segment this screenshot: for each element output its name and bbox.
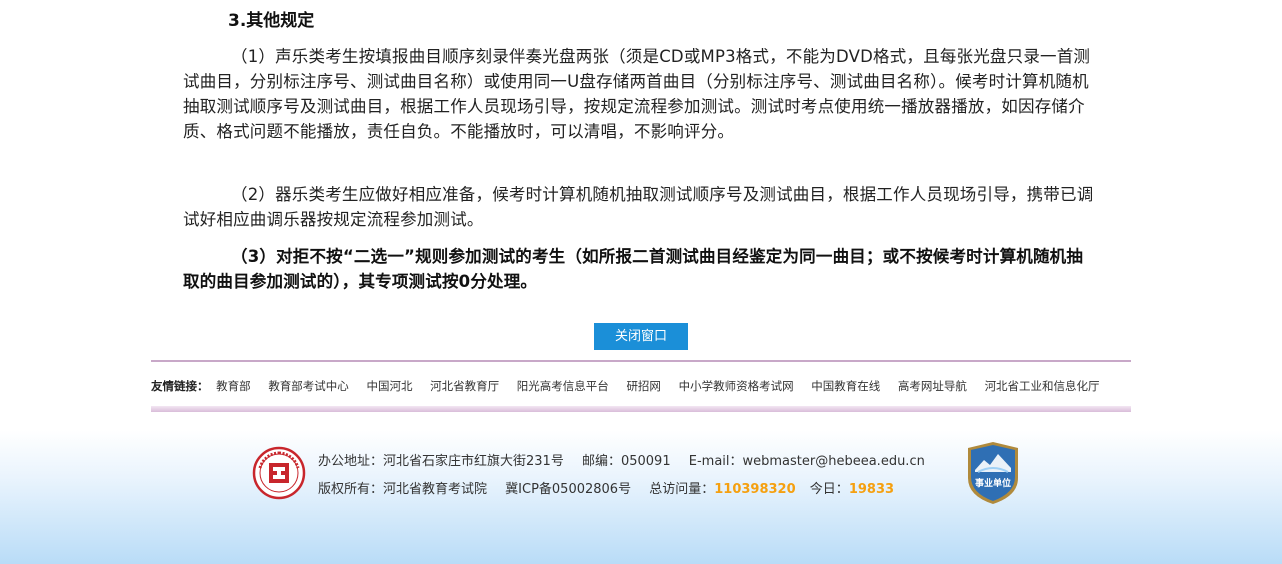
badge-label: 事业单位 [975, 477, 1011, 489]
divider-bottom [151, 406, 1131, 412]
link-hebei-edu[interactable]: 河北省教育厅 [430, 379, 499, 393]
today-visits-value: 19833 [848, 482, 895, 497]
section-title: 3.其他规定 [228, 11, 315, 31]
footer-postcode: 邮编：050091 [581, 454, 671, 469]
rule-paragraph-3: （3）对拒不按“二选一”规则参加测试的考生（如所报二首测试曲目经鉴定为同一曲目；… [183, 247, 1084, 291]
link-neea[interactable]: 教育部考试中心 [268, 379, 349, 393]
divider-top [151, 360, 1131, 362]
link-yanzhao[interactable]: 研招网 [626, 379, 661, 393]
footer-icp[interactable]: 冀ICP备05002806号 [505, 482, 631, 497]
link-hebei-industry[interactable]: 河北省工业和信息化厅 [985, 379, 1100, 393]
public-institution-badge-icon[interactable]: 事业单位 [966, 440, 1020, 506]
link-gaokao-platform[interactable]: 阳光高考信息平台 [517, 379, 609, 393]
footer-total-visits: 总访问量：110398320 [649, 482, 795, 497]
footer-email: E-mail：webmaster@hebeea.edu.cn [688, 454, 925, 469]
footer-copyright: 版权所有：河北省教育考试院 [318, 482, 488, 497]
seal-logo-icon [252, 446, 306, 500]
rule-paragraph-1: （1）声乐类考生按填报曲目顺序刻录伴奏光盘两张（须是CD或MP3格式，不能为DV… [183, 47, 1091, 141]
total-visits-label: 总访问量： [649, 482, 715, 497]
footer-address: 办公地址：河北省石家庄市红旗大街231号 [318, 454, 564, 469]
link-gaokao-nav[interactable]: 高考网址导航 [898, 379, 967, 393]
link-moe[interactable]: 教育部 [216, 379, 251, 393]
close-window-button[interactable]: 关闭窗口 [594, 323, 688, 350]
friend-links-label: 友情链接： [151, 379, 209, 393]
link-teacher-cert[interactable]: 中小学教师资格考试网 [679, 379, 794, 393]
footer-line-1: 办公地址：河北省石家庄市红旗大街231号 邮编：050091 E-mail：we… [318, 450, 939, 469]
link-china-hebei[interactable]: 中国河北 [366, 379, 412, 393]
today-visits-label: 今日： [809, 482, 849, 497]
friend-links: 友情链接： 教育部 教育部考试中心 中国河北 河北省教育厅 阳光高考信息平台 研… [151, 378, 1131, 398]
total-visits-value: 110398320 [714, 482, 796, 497]
footer-line-2: 版权所有：河北省教育考试院 冀ICP备05002806号 总访问量：110398… [318, 478, 908, 497]
footer-today-visits: 今日：19833 [810, 482, 894, 497]
link-eol[interactable]: 中国教育在线 [811, 379, 880, 393]
rule-paragraph-2: （2）器乐类考生应做好相应准备，候考时计算机随机抽取测试顺序号及测试曲目，根据工… [183, 185, 1094, 229]
